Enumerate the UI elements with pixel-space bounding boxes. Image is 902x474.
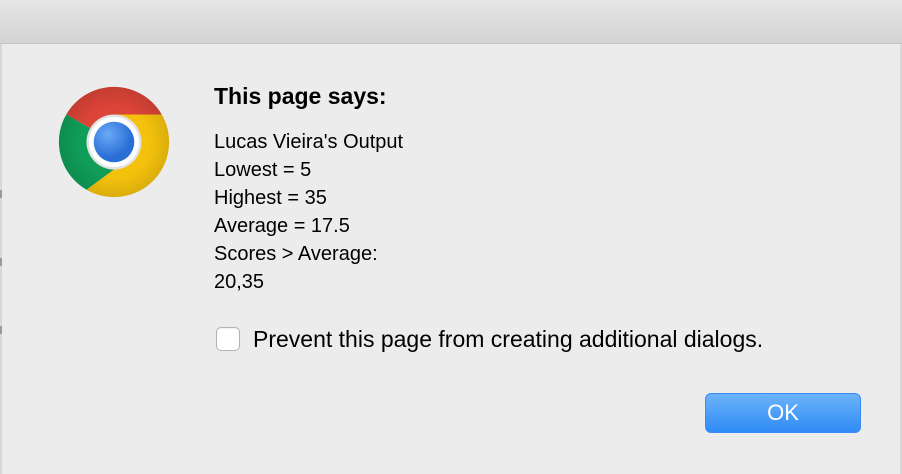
background-window-mark [0, 326, 2, 334]
background-window-mark [0, 258, 2, 266]
alert-dialog-window: This page says: Lucas Vieira's Output Lo… [0, 0, 902, 474]
message-line: Lowest = 5 [214, 159, 312, 181]
prevent-dialogs-row[interactable]: Prevent this page from creating addition… [216, 324, 763, 354]
message-line: Average = 17.5 [214, 215, 350, 237]
message-line: 20,35 [214, 271, 265, 293]
background-window-mark [0, 190, 2, 198]
prevent-dialogs-label[interactable]: Prevent this page from creating addition… [253, 326, 763, 353]
message-line: Scores > Average: [214, 243, 378, 265]
chrome-logo-icon [58, 86, 170, 198]
message-line: Lucas Vieira's Output [214, 131, 404, 153]
prevent-dialogs-checkbox[interactable] [216, 327, 240, 351]
dialog-heading: This page says: [214, 83, 387, 109]
message-line: Highest = 35 [214, 187, 327, 209]
window-titlebar[interactable] [0, 0, 902, 44]
ok-button[interactable]: OK [705, 393, 861, 433]
dialog-message: Lucas Vieira's Output Lowest = 5 Highest… [214, 128, 403, 296]
